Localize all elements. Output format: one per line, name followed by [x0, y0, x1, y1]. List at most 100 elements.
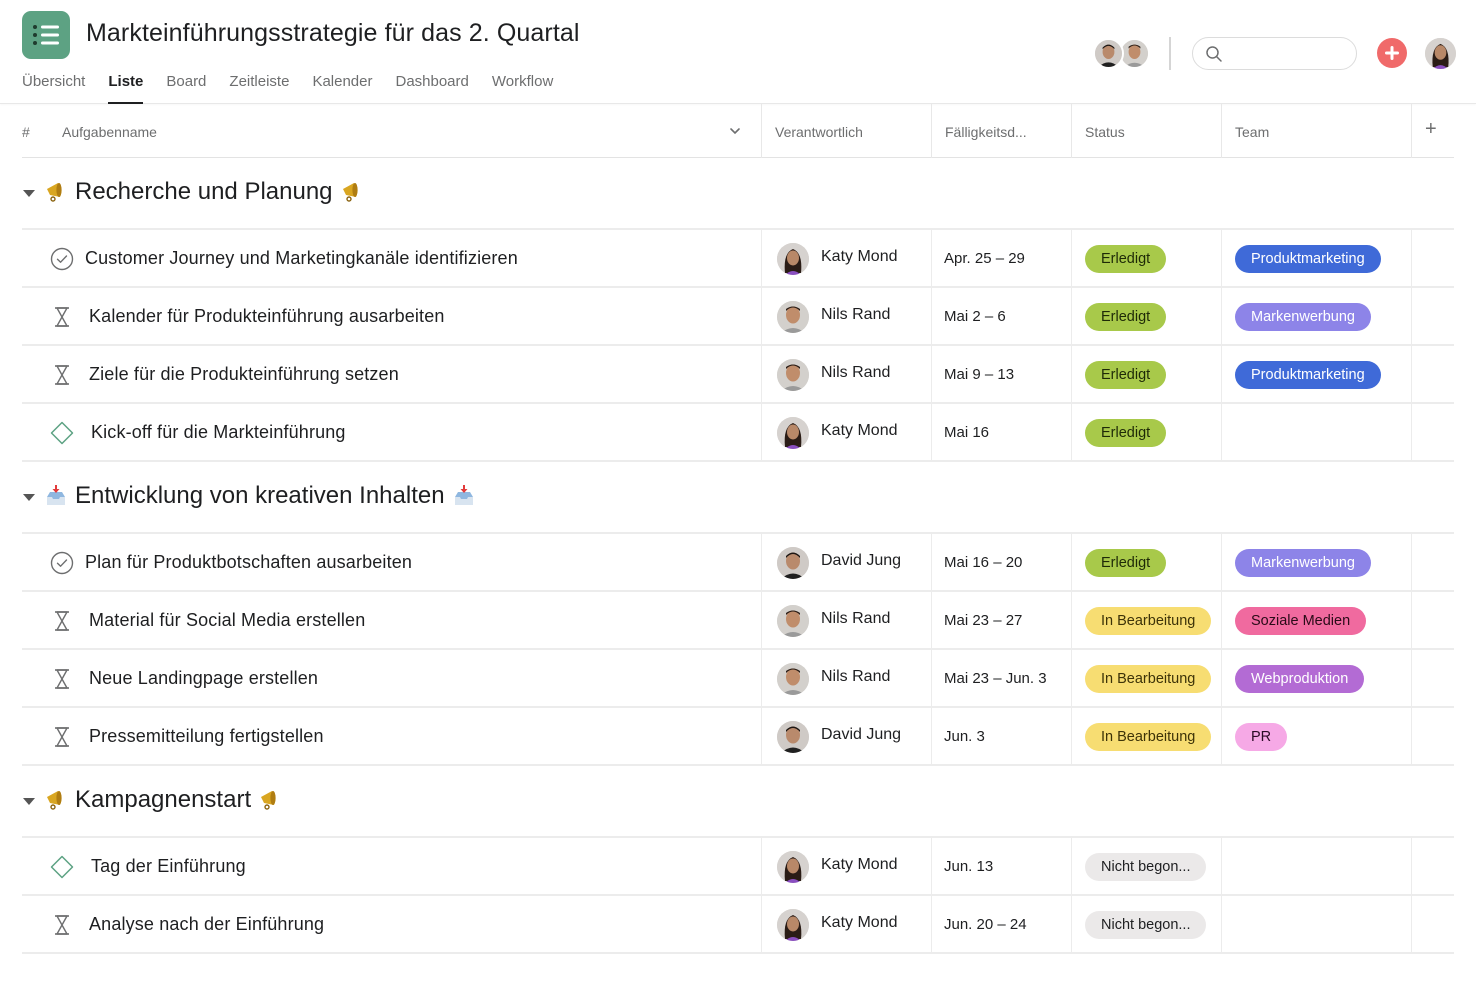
task-name[interactable]: Customer Journey und Marketingkanäle ide… [85, 248, 518, 269]
task-name[interactable]: Kalender für Produkteinführung ausarbeit… [89, 306, 445, 327]
task-name[interactable]: Plan für Produktbotschaften ausarbeiten [85, 552, 412, 573]
status-cell[interactable]: Erledigt [1071, 230, 1221, 286]
project-members[interactable] [1093, 38, 1153, 70]
add-column-button[interactable]: + [1411, 104, 1454, 158]
tab-liste[interactable]: Liste [108, 70, 144, 104]
status-cell[interactable]: Nicht begon... [1071, 896, 1221, 952]
project-icon[interactable] [22, 11, 70, 59]
column-header-task-name[interactable]: Aufgabenname [62, 104, 157, 158]
due-date-cell[interactable]: Apr. 25 – 29 [931, 230, 1071, 286]
task-row[interactable]: Kick-off für die Markteinführung Katy Mon… [22, 404, 1454, 462]
column-header-owner[interactable]: Verantwortlich [761, 104, 931, 158]
task-name-cell[interactable]: Plan für Produktbotschaften ausarbeiten [22, 534, 761, 590]
task-row[interactable]: Analyse nach der Einführung Katy Mond Jun.… [22, 896, 1454, 954]
team-cell[interactable]: PR [1221, 708, 1411, 764]
task-name[interactable]: Tag der Einführung [91, 856, 246, 877]
collapse-triangle-icon[interactable] [23, 190, 35, 197]
status-cell[interactable]: Erledigt [1071, 534, 1221, 590]
due-date-cell[interactable]: Jun. 20 – 24 [931, 896, 1071, 952]
owner-cell[interactable]: Katy Mond [761, 838, 931, 894]
status-cell[interactable]: In Bearbeitung [1071, 650, 1221, 706]
status-cell[interactable]: Erledigt [1071, 288, 1221, 344]
due-date-cell[interactable]: Mai 23 – 27 [931, 592, 1071, 648]
tab-zeitleiste[interactable]: Zeitleiste [229, 70, 289, 104]
owner-cell[interactable]: Katy Mond [761, 404, 931, 460]
team-tag[interactable]: Produktmarketing [1235, 361, 1381, 389]
milestone-diamond-icon[interactable] [50, 855, 74, 879]
team-tag[interactable]: Webproduktion [1235, 665, 1365, 693]
search-input[interactable] [1229, 42, 1349, 66]
status-cell[interactable]: In Bearbeitung [1071, 708, 1221, 764]
tab-kalender[interactable]: Kalender [312, 70, 372, 104]
task-row[interactable]: Plan für Produktbotschaften ausarbeiten D… [22, 534, 1454, 592]
status-badge[interactable]: Erledigt [1085, 245, 1167, 273]
team-cell[interactable]: Soziale Medien [1221, 592, 1411, 648]
team-cell[interactable]: Webproduktion [1221, 650, 1411, 706]
task-name-cell[interactable]: Ziele für die Produkteinführung setzen [22, 346, 761, 402]
team-cell[interactable]: Produktmarketing [1221, 230, 1411, 286]
hourglass-icon[interactable] [50, 725, 74, 749]
status-badge[interactable]: Erledigt [1085, 303, 1167, 331]
collapse-triangle-icon[interactable] [23, 494, 35, 501]
team-cell[interactable]: Produktmarketing [1221, 346, 1411, 402]
column-header-team[interactable]: Team [1221, 104, 1411, 158]
column-header-due-date[interactable]: Fälligkeitsd... [931, 104, 1071, 158]
task-name[interactable]: Material für Social Media erstellen [89, 610, 365, 631]
task-name-cell[interactable]: Kick-off für die Markteinführung [22, 404, 761, 460]
check-circle-icon[interactable] [50, 551, 74, 575]
collapse-triangle-icon[interactable] [23, 798, 35, 805]
task-name[interactable]: Ziele für die Produkteinführung setzen [89, 364, 399, 385]
column-header-status[interactable]: Status [1071, 104, 1221, 158]
owner-cell[interactable]: Katy Mond [761, 230, 931, 286]
due-date-cell[interactable]: Mai 2 – 6 [931, 288, 1071, 344]
hourglass-icon[interactable] [50, 913, 74, 937]
team-cell[interactable] [1221, 838, 1411, 894]
task-row[interactable]: Tag der Einführung Katy Mond Jun. 13 Nicht … [22, 838, 1454, 896]
tab-board[interactable]: Board [166, 70, 206, 104]
add-button[interactable] [1377, 38, 1407, 68]
team-tag[interactable]: PR [1235, 723, 1288, 751]
current-user-avatar[interactable] [1425, 38, 1456, 69]
milestone-diamond-icon[interactable] [50, 421, 74, 445]
due-date-cell[interactable]: Jun. 13 [931, 838, 1071, 894]
team-cell[interactable]: Markenwerbung [1221, 534, 1411, 590]
hourglass-icon[interactable] [50, 667, 74, 691]
status-badge[interactable]: Erledigt [1085, 419, 1167, 447]
hourglass-icon[interactable] [50, 305, 74, 329]
status-cell[interactable]: In Bearbeitung [1071, 592, 1221, 648]
team-tag[interactable]: Markenwerbung [1235, 549, 1371, 577]
status-cell[interactable]: Erledigt [1071, 404, 1221, 460]
task-name[interactable]: Neue Landingpage erstellen [89, 668, 318, 689]
task-row[interactable]: Material für Social Media erstellen Nils … [22, 592, 1454, 650]
owner-cell[interactable]: Nils Rand [761, 650, 931, 706]
status-badge[interactable]: Erledigt [1085, 549, 1167, 577]
due-date-cell[interactable]: Mai 9 – 13 [931, 346, 1071, 402]
team-cell[interactable]: Markenwerbung [1221, 288, 1411, 344]
member-avatar-david[interactable] [1093, 38, 1124, 69]
due-date-cell[interactable]: Mai 16 – 20 [931, 534, 1071, 590]
tab-workflow[interactable]: Workflow [492, 70, 553, 104]
status-badge[interactable]: In Bearbeitung [1085, 665, 1212, 693]
due-date-cell[interactable]: Mai 23 – Jun. 3 [931, 650, 1071, 706]
task-row[interactable]: Pressemitteilung fertigstellen David Jung… [22, 708, 1454, 766]
team-tag[interactable]: Produktmarketing [1235, 245, 1381, 273]
team-cell[interactable] [1221, 404, 1411, 460]
section-title[interactable]: Recherche und Planung [44, 178, 364, 206]
status-badge[interactable]: Erledigt [1085, 361, 1167, 389]
check-circle-icon[interactable] [50, 247, 74, 271]
status-cell[interactable]: Erledigt [1071, 346, 1221, 402]
task-name-cell[interactable]: Customer Journey und Marketingkanäle ide… [22, 230, 761, 286]
task-name-cell[interactable]: Material für Social Media erstellen [22, 592, 761, 648]
status-badge[interactable]: In Bearbeitung [1085, 723, 1212, 751]
task-name[interactable]: Kick-off für die Markteinführung [91, 422, 346, 443]
team-cell[interactable] [1221, 896, 1411, 952]
task-name-cell[interactable]: Neue Landingpage erstellen [22, 650, 761, 706]
owner-cell[interactable]: Nils Rand [761, 592, 931, 648]
status-badge[interactable]: In Bearbeitung [1085, 607, 1212, 635]
task-name-cell[interactable]: Analyse nach der Einführung [22, 896, 761, 952]
hourglass-icon[interactable] [50, 609, 74, 633]
project-title[interactable]: Markteinführungsstrategie für das 2. Qua… [86, 19, 580, 48]
task-name-cell[interactable]: Kalender für Produkteinführung ausarbeit… [22, 288, 761, 344]
status-badge[interactable]: Nicht begon... [1085, 911, 1207, 939]
task-name[interactable]: Pressemitteilung fertigstellen [89, 726, 324, 747]
